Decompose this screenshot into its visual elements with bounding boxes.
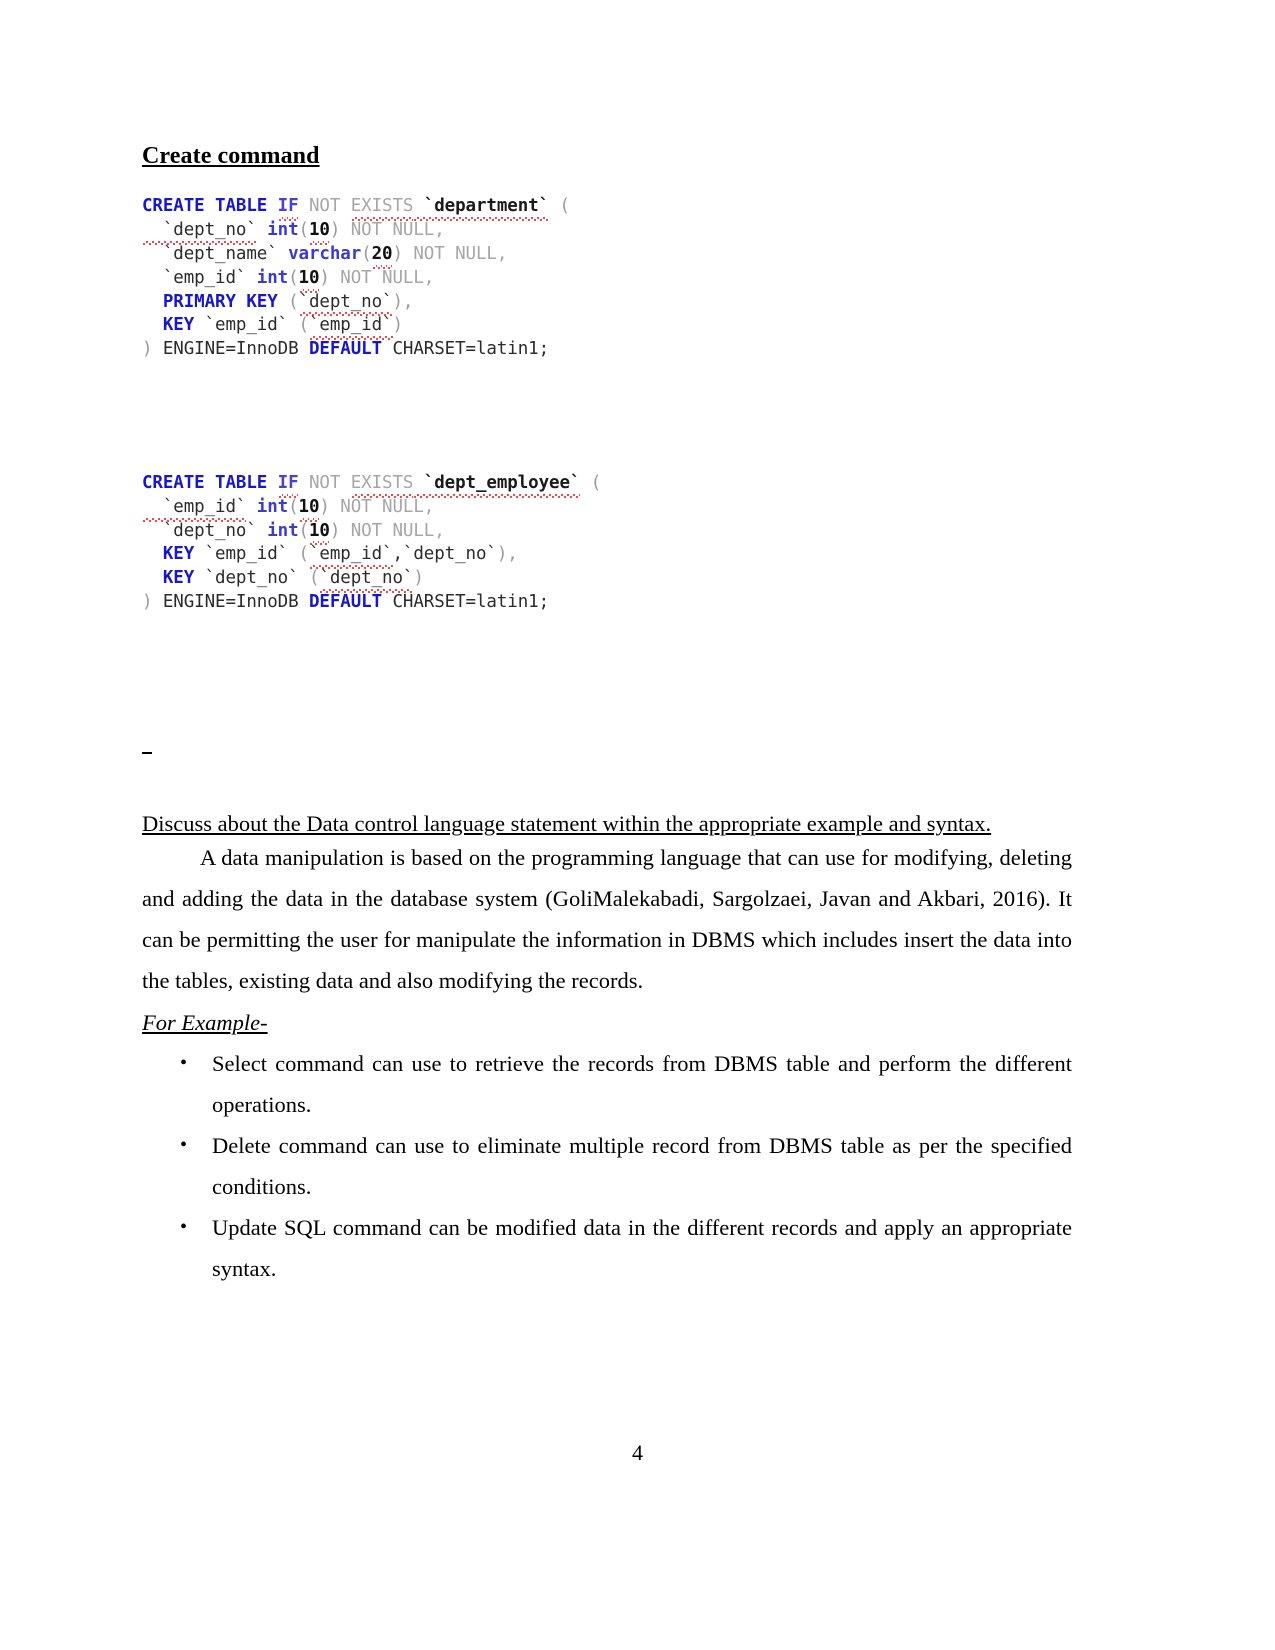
list-item-text: Update SQL command can be modified data … — [212, 1215, 1072, 1281]
body-paragraph: A data manipulation is based on the prog… — [142, 845, 1072, 993]
list-item: • Update SQL command can be modified dat… — [142, 1207, 1072, 1289]
list-item: • Select command can use to retrieve the… — [142, 1043, 1072, 1125]
bullet-icon: • — [180, 1052, 188, 1074]
discussion-section: Discuss about the Data control language … — [142, 0, 1072, 1289]
examples-list: • Select command can use to retrieve the… — [142, 1043, 1072, 1289]
bullet-icon: • — [180, 1216, 188, 1238]
document-page: Create command CREATE TABLE IF NOT EXIST… — [0, 0, 1275, 1650]
bullet-icon: • — [180, 1134, 188, 1156]
page-number: 4 — [632, 1440, 643, 1465]
list-item: • Delete command can use to eliminate mu… — [142, 1125, 1072, 1207]
question-heading: Discuss about the Data control language … — [142, 811, 992, 836]
list-item-text: Select command can use to retrieve the r… — [212, 1051, 1072, 1117]
list-item-text: Delete command can use to eliminate mult… — [212, 1133, 1072, 1199]
for-example-label: For Example- — [142, 1010, 268, 1035]
